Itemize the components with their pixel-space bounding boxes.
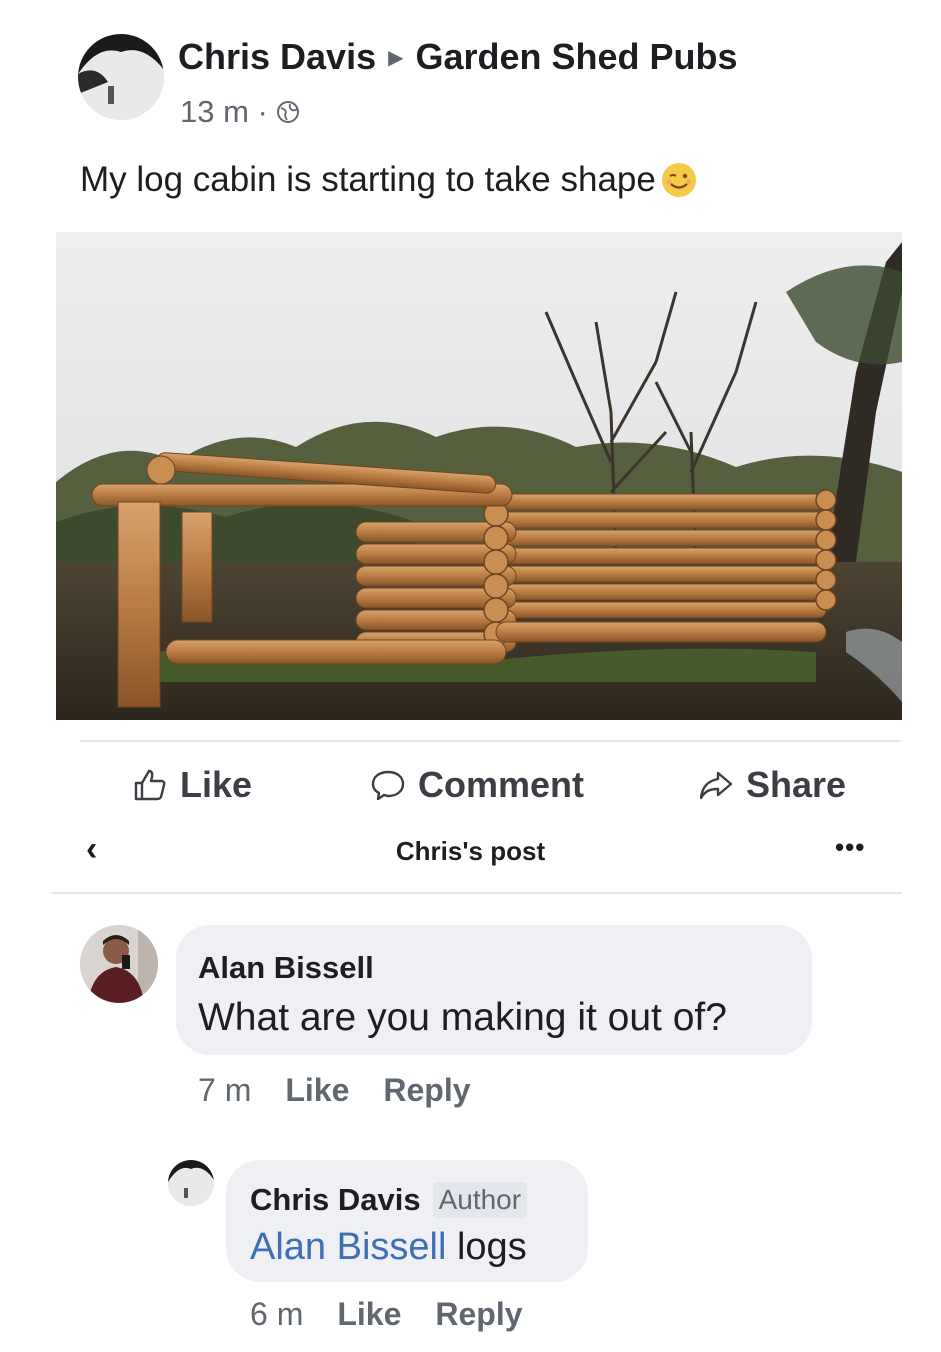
post-time[interactable]: 13 m · xyxy=(180,94,268,130)
reply-body: logs xyxy=(446,1226,527,1268)
like-thumb-icon xyxy=(134,769,166,801)
mention-link[interactable]: Alan Bissell xyxy=(250,1226,446,1268)
comment-time: 7 m xyxy=(198,1072,252,1108)
post-body: My log cabin is starting to take shape xyxy=(80,160,656,199)
commenter-name[interactable]: Alan Bissell xyxy=(198,950,374,986)
commenter-avatar[interactable] xyxy=(80,925,158,1003)
reply-author-name[interactable]: Chris Davis xyxy=(250,1182,421,1218)
post-text: My log cabin is starting to take shape xyxy=(80,160,698,200)
reply-like-button[interactable]: Like xyxy=(337,1296,401,1333)
comment-bubble-icon xyxy=(371,770,405,801)
like-button[interactable]: Like xyxy=(132,764,252,806)
arrow-right-icon: ▶ xyxy=(388,46,404,69)
log-cabin-image xyxy=(56,232,902,720)
header-divider xyxy=(52,892,902,894)
share-button[interactable]: Share xyxy=(698,764,846,806)
avatar-image xyxy=(80,925,158,1003)
comment-button[interactable]: Comment xyxy=(370,764,584,806)
post-meta: 13 m · xyxy=(180,94,300,130)
avatar-image xyxy=(168,1160,214,1206)
avatar-image xyxy=(78,34,164,120)
share-arrow-icon xyxy=(699,771,733,800)
reply-text: Alan Bissell logs xyxy=(250,1226,527,1269)
reply-author-avatar[interactable] xyxy=(168,1160,214,1206)
comment-text: What are you making it out of? xyxy=(198,996,727,1039)
post-author-line: Chris Davis ▶ Garden Shed Pubs xyxy=(178,36,738,78)
author-badge: Author xyxy=(432,1182,528,1218)
comment-meta: 7 m Like Reply xyxy=(198,1072,471,1109)
divider xyxy=(80,740,900,742)
reply-time: 6 m xyxy=(250,1296,304,1332)
reply-meta: 6 m Like Reply xyxy=(250,1296,523,1333)
comment-reply-button[interactable]: Reply xyxy=(383,1072,470,1109)
group-name[interactable]: Garden Shed Pubs xyxy=(415,36,737,78)
comment-like-button[interactable]: Like xyxy=(285,1072,349,1109)
post-author-avatar[interactable] xyxy=(78,34,164,120)
page-title: Chris's post xyxy=(395,836,546,866)
globe-icon xyxy=(276,101,299,123)
comment-label: Comment xyxy=(418,764,585,805)
wink-emoji-icon xyxy=(661,163,696,197)
reply-author-line: Chris Davis Author xyxy=(250,1182,528,1218)
post-photo[interactable] xyxy=(56,232,902,720)
more-dots-icon[interactable]: ••• xyxy=(835,832,865,863)
post-author-name[interactable]: Chris Davis xyxy=(178,36,376,78)
like-label: Like xyxy=(180,764,253,805)
reply-reply-button[interactable]: Reply xyxy=(435,1296,522,1333)
share-label: Share xyxy=(746,764,847,805)
